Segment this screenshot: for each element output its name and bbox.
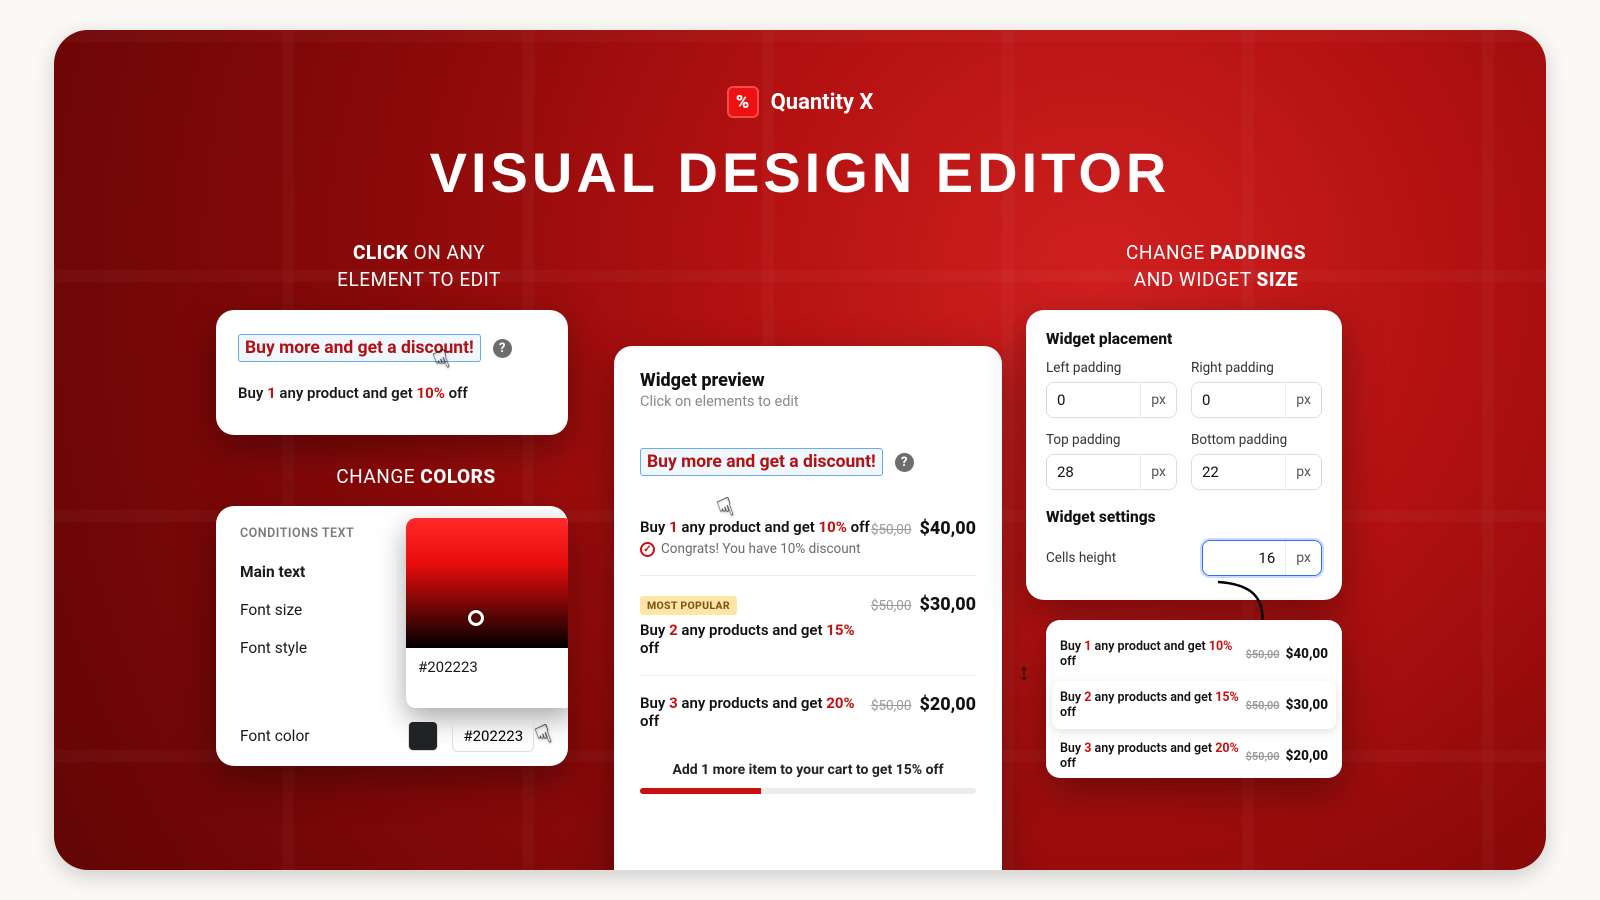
label-bottom-padding: Bottom padding [1191,432,1322,448]
card-widget-preview: Widget preview Click on elements to edit… [614,346,1002,870]
card-click-sample: Buy more and get a discount! ? ☟ Buy 1 a… [216,310,568,435]
label-left-padding: Left padding [1046,360,1177,376]
color-gradient[interactable] [406,518,568,648]
card-color-settings: CONDITIONS TEXT Main text Font size Font… [216,506,568,766]
tier-row[interactable]: Buy 1 any product and get 10% off ✓Congr… [640,500,976,575]
color-handle[interactable] [468,610,484,626]
tier-row[interactable]: MOST POPULAR Buy 2 any products and get … [640,575,976,675]
color-swatch[interactable] [408,721,438,751]
mini-row: Buy 1 any product and get 10% off $50,00… [1060,630,1328,678]
color-hex-field[interactable]: #202223 [452,720,534,752]
label-cells-height: Cells height [1046,550,1116,566]
cursor-icon: ☟ [532,719,557,753]
brand-icon: % [727,86,759,118]
progress-bar [640,788,976,794]
badge-most-popular: MOST POPULAR [640,596,737,615]
opt-font-color[interactable]: Font color [240,727,310,745]
preview-subtitle: Click on elements to edit [640,393,976,410]
progress-fill [640,788,761,794]
page-title: VISUAL DESIGN EDITOR [54,140,1546,205]
placement-title: Widget placement [1046,330,1322,348]
input-bottom-padding[interactable]: px [1191,454,1322,490]
label-top-padding: Top padding [1046,432,1177,448]
help-icon[interactable]: ? [493,339,512,358]
input-right-padding[interactable]: px [1191,382,1322,418]
tier-list: Buy 1 any product and get 10% off ✓Congr… [640,500,976,748]
brand-bar: % Quantity X [54,86,1546,118]
tier-row[interactable]: Buy 3 any products and get 20% off $50,0… [640,675,976,748]
brand-name: Quantity X [771,90,874,115]
input-top-padding[interactable]: px [1046,454,1177,490]
caption-click: CLICK ON ANY ELEMENT TO EDIT [264,240,574,293]
tier-sample-line: Buy 1 any product and get 10% off [238,384,546,402]
mini-row: Buy 3 any products and get 20% off $50,0… [1060,732,1328,780]
card-widget-placement: Widget placement Left padding px Right p… [1026,310,1342,600]
resize-vertical-icon: ↕ [1018,658,1030,687]
mini-row: Buy 2 any products and get 15% off $50,0… [1052,681,1336,729]
help-icon[interactable]: ? [895,453,914,472]
caption-paddings: CHANGE PADDINGS AND WIDGET SIZE [1066,240,1366,293]
color-picker-popover[interactable]: #202223 [406,518,568,708]
promo-stage: % Quantity X VISUAL DESIGN EDITOR CLICK … [54,30,1546,870]
label-right-padding: Right padding [1191,360,1322,376]
preview-banner[interactable]: Buy more and get a discount! [640,448,883,476]
color-hex-readout[interactable]: #202223 [406,648,568,686]
input-cells-height[interactable]: px [1202,540,1322,576]
input-left-padding[interactable]: px [1046,382,1177,418]
card-size-preview: Buy 1 any product and get 10% off $50,00… [1046,620,1342,778]
motivator-text: Add 1 more item to your cart to get 15% … [640,762,976,778]
settings-title: Widget settings [1046,508,1322,526]
caption-colors: CHANGE COLORS [286,464,546,491]
check-circle-icon: ✓ [640,542,655,557]
preview-title: Widget preview [640,370,976,391]
